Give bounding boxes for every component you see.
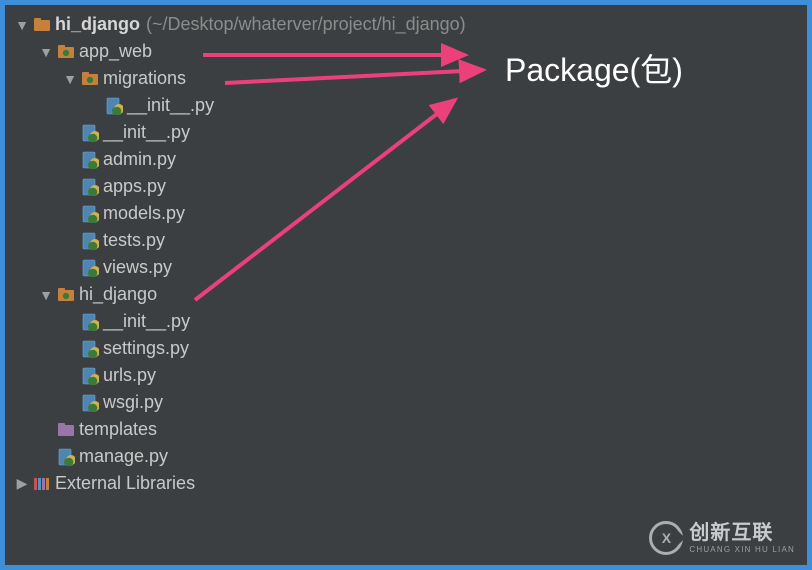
file-label: __init__.py xyxy=(101,122,190,143)
libraries-icon xyxy=(31,475,53,493)
file-label: __init__.py xyxy=(125,95,214,116)
folder-root-icon xyxy=(31,16,53,34)
chevron-right-icon[interactable]: ▶ xyxy=(13,475,31,492)
package-icon xyxy=(79,70,101,88)
tree-row-file[interactable]: admin.py xyxy=(11,146,807,173)
annotation-label: Package(包) xyxy=(505,45,683,91)
tree-row-app-web[interactable]: ▼ app_web xyxy=(11,38,807,65)
python-file-icon xyxy=(79,205,101,223)
file-label: apps.py xyxy=(101,176,166,197)
chevron-down-icon[interactable]: ▼ xyxy=(37,287,55,303)
file-label: manage.py xyxy=(77,446,168,467)
watermark: X 创新互联 CHUANG XIN HU LIAN xyxy=(649,521,795,555)
root-path: (~/Desktop/whaterver/project/hi_django) xyxy=(140,14,466,35)
tree-row-file[interactable]: apps.py xyxy=(11,173,807,200)
file-label: wsgi.py xyxy=(101,392,163,413)
file-label: __init__.py xyxy=(101,311,190,332)
tree-row-file[interactable]: models.py xyxy=(11,200,807,227)
file-label: settings.py xyxy=(101,338,189,359)
tree-row-file[interactable]: views.py xyxy=(11,254,807,281)
chevron-down-icon[interactable]: ▼ xyxy=(37,44,55,60)
python-file-icon xyxy=(79,259,101,277)
watermark-brand: 创新互联 xyxy=(689,523,795,543)
python-file-icon xyxy=(79,151,101,169)
chevron-down-icon[interactable]: ▼ xyxy=(13,17,31,33)
tree-row-file[interactable]: __init__.py xyxy=(11,308,807,335)
tree-row-file[interactable]: __init__.py xyxy=(11,92,807,119)
tree-row-migrations[interactable]: ▼ migrations xyxy=(11,65,807,92)
folder-label: templates xyxy=(77,419,157,440)
tree-row-root[interactable]: ▼ hi_django (~/Desktop/whaterver/project… xyxy=(11,11,807,38)
python-file-icon xyxy=(79,124,101,142)
folder-label: hi_django xyxy=(77,284,157,305)
tree-row-file[interactable]: wsgi.py xyxy=(11,389,807,416)
external-libs-label: External Libraries xyxy=(53,473,195,494)
folder-label: app_web xyxy=(77,41,152,62)
tree-row-manage[interactable]: manage.py xyxy=(11,443,807,470)
python-file-icon xyxy=(79,313,101,331)
tree-row-file[interactable]: __init__.py xyxy=(11,119,807,146)
watermark-pinyin: CHUANG XIN HU LIAN xyxy=(689,546,795,554)
package-icon xyxy=(55,286,77,304)
file-label: models.py xyxy=(101,203,185,224)
python-file-icon xyxy=(79,232,101,250)
file-label: admin.py xyxy=(101,149,176,170)
python-file-icon xyxy=(79,394,101,412)
file-label: tests.py xyxy=(101,230,165,251)
tree-row-file[interactable]: urls.py xyxy=(11,362,807,389)
project-tree: ▼ hi_django (~/Desktop/whaterver/project… xyxy=(5,5,807,497)
watermark-logo-icon: X xyxy=(649,521,683,555)
tree-row-file[interactable]: tests.py xyxy=(11,227,807,254)
python-file-icon xyxy=(79,340,101,358)
root-name: hi_django xyxy=(53,14,140,35)
python-file-icon xyxy=(103,97,125,115)
folder-icon xyxy=(55,421,77,439)
python-file-icon xyxy=(55,448,77,466)
package-icon xyxy=(55,43,77,61)
python-file-icon xyxy=(79,367,101,385)
chevron-down-icon[interactable]: ▼ xyxy=(61,71,79,87)
tree-row-file[interactable]: settings.py xyxy=(11,335,807,362)
tree-row-templates[interactable]: templates xyxy=(11,416,807,443)
python-file-icon xyxy=(79,178,101,196)
file-label: urls.py xyxy=(101,365,156,386)
tree-row-external-libs[interactable]: ▶ External Libraries xyxy=(11,470,807,497)
folder-label: migrations xyxy=(101,68,186,89)
file-label: views.py xyxy=(101,257,172,278)
tree-row-hi-django-pkg[interactable]: ▼ hi_django xyxy=(11,281,807,308)
